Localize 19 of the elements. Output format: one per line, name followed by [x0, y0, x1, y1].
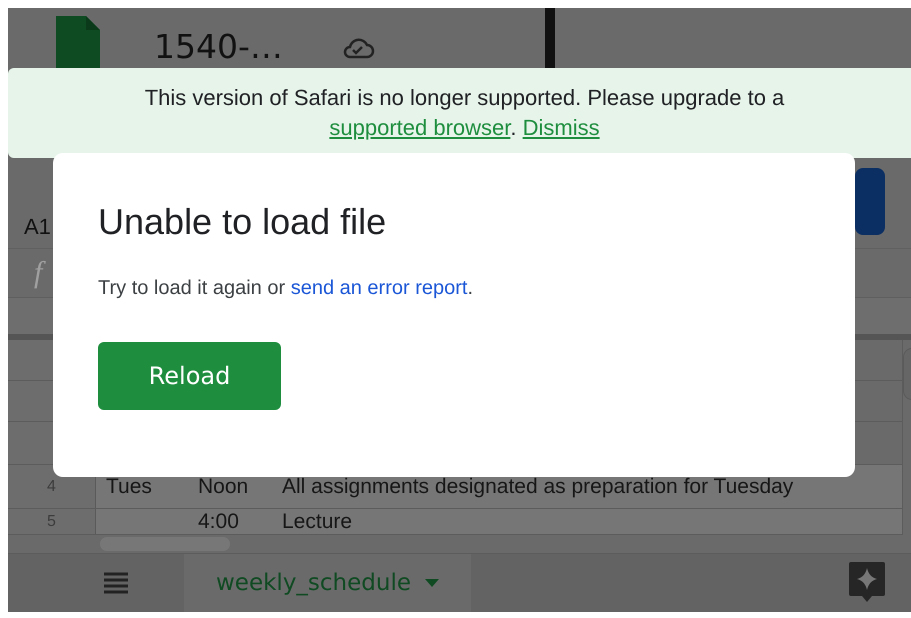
supported-browser-link[interactable]: supported browser [329, 115, 510, 140]
dialog-title: Unable to load file [98, 201, 386, 243]
reload-button[interactable]: Reload [98, 342, 281, 410]
menu-icon[interactable] [104, 572, 128, 594]
sheet-tab[interactable]: weekly_schedule [184, 554, 472, 612]
caret-icon [425, 579, 440, 587]
table-cell: 4:00 [198, 510, 239, 534]
error-report-link[interactable]: send an error report [290, 277, 468, 299]
table-cell: Tues [106, 474, 152, 498]
sparkle-icon[interactable] [849, 562, 885, 604]
browser-warning-text: This version of Safari is no longer supported. Please upgrade to a supported browser. Dismiss [144, 84, 786, 142]
table-cell: Noon [198, 474, 248, 498]
table-cell: Lecture [282, 510, 352, 534]
name-box[interactable]: A1 [24, 214, 51, 240]
dismiss-link[interactable]: Dismiss [522, 115, 600, 140]
share-button[interactable] [855, 168, 885, 235]
file-title[interactable]: 1540-… [154, 27, 283, 66]
dialog-message: Try to load it again or send an error report. [98, 277, 474, 300]
table-cell: All assignments designated as preparation for Tuesday [282, 474, 794, 498]
